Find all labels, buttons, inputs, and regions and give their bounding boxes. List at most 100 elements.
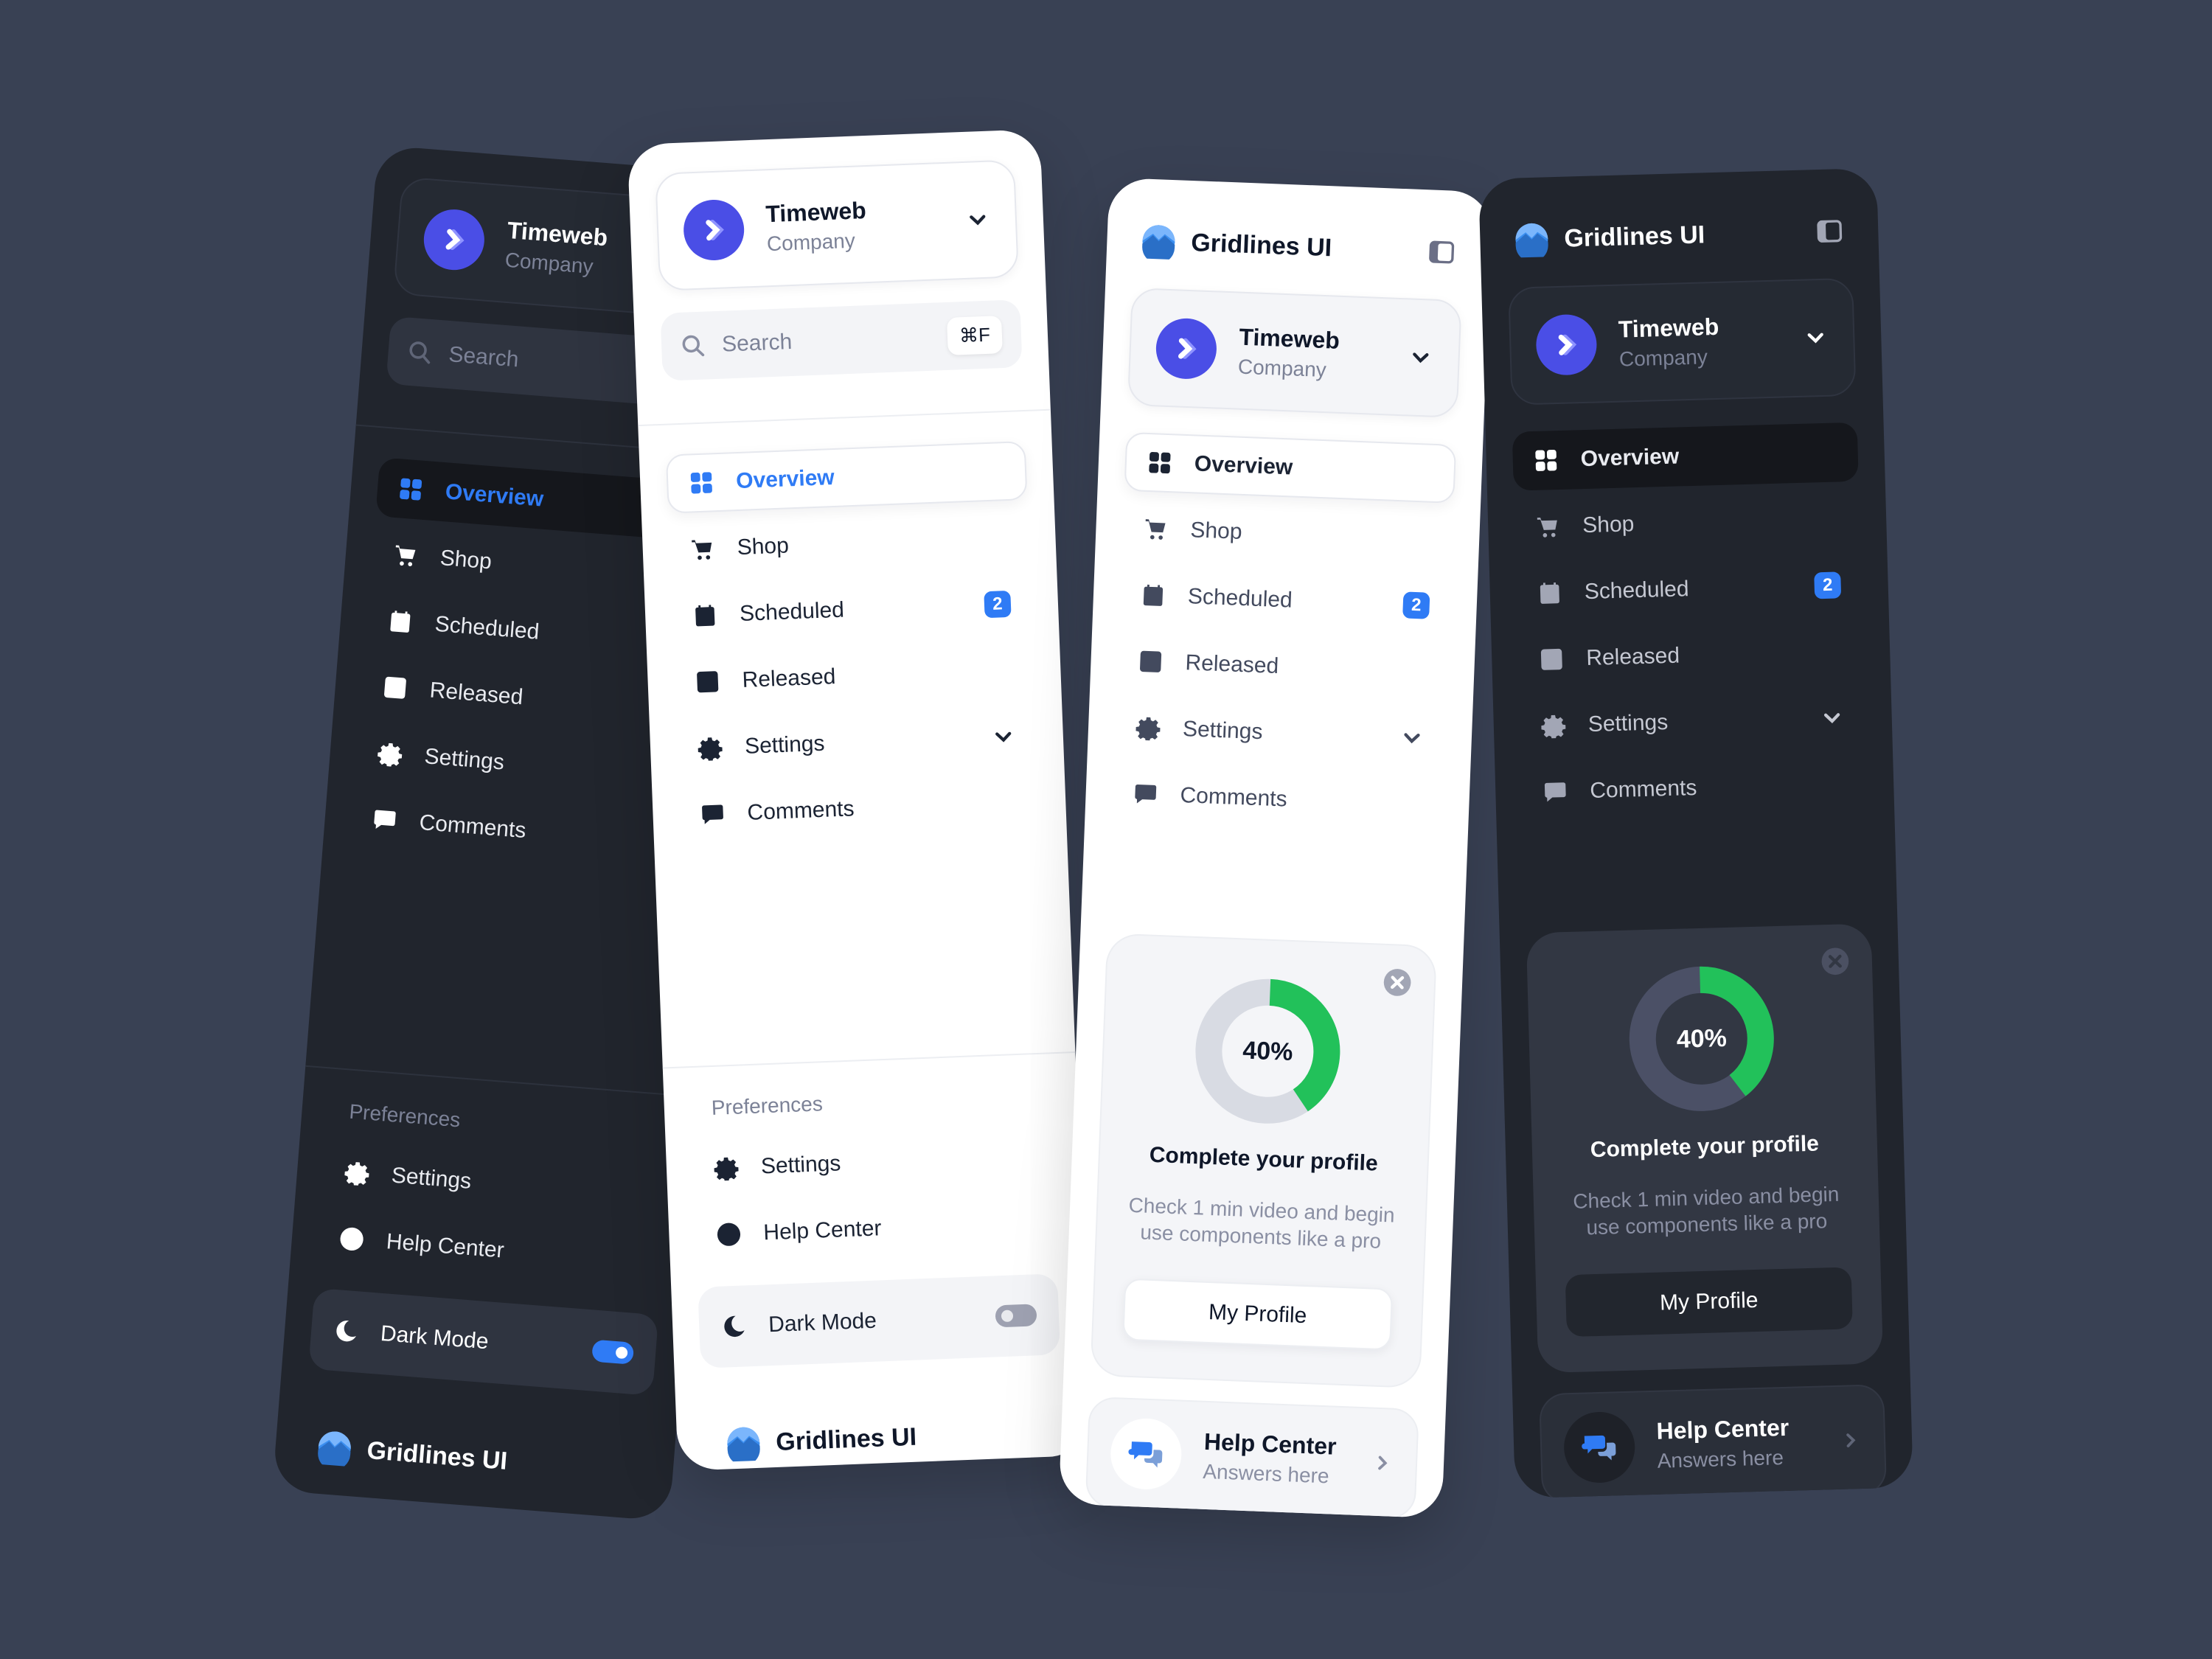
nav-label: Overview	[735, 465, 835, 494]
account-name: Timeweb	[1618, 313, 1719, 343]
account-subtitle: Company	[766, 229, 856, 255]
nav-item-overview[interactable]: Overview	[1124, 431, 1457, 504]
list-icon	[1138, 649, 1164, 675]
gear-icon	[698, 735, 723, 761]
nav-item-shop[interactable]: Shop	[1514, 489, 1860, 557]
nav-label: Shop	[1189, 518, 1243, 544]
grid-icon	[397, 476, 425, 503]
pref-item-help-center[interactable]: Help Center	[695, 1192, 1057, 1265]
nav-item-comments[interactable]: Comments	[678, 773, 1040, 846]
dark-mode-label: Dark Mode	[379, 1321, 490, 1354]
close-icon[interactable]	[1382, 967, 1413, 998]
preferences-heading: Preferences	[711, 1092, 824, 1119]
chat-bubbles-icon	[1128, 1441, 1163, 1468]
nav-item-comments[interactable]: Comments	[1521, 754, 1868, 823]
brand-header: Gridlines UI	[1514, 217, 1705, 258]
chevron-down-icon[interactable]	[1819, 705, 1845, 731]
nav-label: Settings	[760, 1151, 841, 1179]
calendar-icon	[1140, 582, 1166, 608]
chevron-down-icon[interactable]	[964, 207, 990, 233]
nav-label: Overview	[1580, 444, 1680, 472]
nav-item-shop[interactable]: Shop	[668, 507, 1030, 580]
search-input[interactable]: Search ⌘F	[660, 299, 1023, 381]
nav-label: Scheduled	[1584, 577, 1690, 605]
pref-item-settings[interactable]: Settings	[692, 1126, 1054, 1199]
grid-icon	[689, 470, 714, 495]
help-icon-wrap	[1109, 1416, 1183, 1491]
profile-card-description: Check 1 min video and begin use componen…	[1128, 1193, 1396, 1253]
nav-label: Settings	[423, 744, 506, 775]
nav-item-scheduled[interactable]: Scheduled 2	[1516, 555, 1863, 624]
search-icon	[682, 335, 705, 357]
chevron-down-icon[interactable]	[990, 724, 1016, 750]
nav-item-comments[interactable]: Comments	[1111, 763, 1444, 835]
search-icon	[409, 341, 431, 364]
account-name: Timeweb	[765, 196, 867, 227]
nav-item-settings[interactable]: Settings	[1114, 698, 1447, 769]
progress-label: 40%	[1676, 1023, 1728, 1054]
comment-icon	[1133, 782, 1158, 807]
calendar-icon	[387, 608, 414, 636]
nav-label: Settings	[1587, 710, 1669, 737]
nav-label: Overview	[1194, 451, 1293, 480]
nav-item-overview[interactable]: Overview	[1512, 422, 1859, 491]
close-icon[interactable]	[1820, 946, 1850, 976]
nav-item-scheduled[interactable]: Scheduled 2	[671, 574, 1033, 647]
cart-icon	[689, 536, 715, 562]
cart-icon	[1143, 516, 1169, 542]
gridlines-logo-icon	[1515, 223, 1548, 258]
nav-item-overview[interactable]: Overview	[665, 440, 1028, 514]
question-icon	[338, 1225, 366, 1253]
account-switcher[interactable]: Timeweb Company	[1508, 277, 1857, 406]
dark-mode-toggle[interactable]	[995, 1304, 1037, 1328]
gear-icon	[1540, 713, 1566, 739]
comment-icon	[372, 807, 399, 834]
grid-icon	[1533, 448, 1559, 473]
help-center-card[interactable]: Help Center Answers here	[1539, 1383, 1888, 1499]
nav-item-released[interactable]: Released	[1517, 622, 1864, 690]
help-card-title: Help Center	[1656, 1414, 1790, 1445]
calendar-icon	[692, 602, 718, 628]
chevron-down-icon[interactable]	[1399, 725, 1425, 751]
progress-label: 40%	[1242, 1036, 1294, 1066]
nav-label: Scheduled	[1187, 584, 1293, 613]
chevron-down-icon[interactable]	[1803, 325, 1829, 351]
account-switcher[interactable]: Timeweb Company	[1127, 287, 1462, 419]
nav-item-settings[interactable]: Settings	[1520, 688, 1866, 757]
sidebar-toggle-icon[interactable]	[1426, 237, 1457, 268]
chevron-right-icon	[1846, 1433, 1856, 1447]
nav-item-settings[interactable]: Settings	[676, 706, 1038, 779]
nav-label: Released	[1585, 643, 1680, 671]
nav-label: Comments	[418, 810, 527, 844]
company-avatar	[421, 207, 487, 273]
nav-label: Help Center	[385, 1229, 505, 1263]
account-switcher[interactable]: Timeweb Company	[655, 159, 1019, 291]
nav-item-shop[interactable]: Shop	[1121, 498, 1454, 570]
chevron-down-icon[interactable]	[1408, 344, 1433, 370]
divider	[662, 1051, 1076, 1069]
brand-name: Gridlines UI	[1190, 228, 1332, 262]
sidebar-dark-compact: Gridlines UI Timeweb Company Overview Sh…	[1478, 167, 1913, 1499]
comment-icon	[1543, 779, 1568, 805]
chat-bubbles-icon	[1582, 1435, 1616, 1461]
timeweb-logo-icon	[445, 229, 465, 250]
brand-name: Gridlines UI	[775, 1422, 917, 1456]
help-center-card[interactable]: Help Center Answers here	[1085, 1396, 1419, 1519]
sidebar-header: Gridlines UI	[1514, 213, 1845, 258]
nav-item-released[interactable]: Released	[673, 640, 1035, 713]
help-card-subtitle: Answers here	[1202, 1460, 1330, 1488]
nav-label: Released	[1184, 650, 1279, 678]
gear-icon	[377, 740, 404, 768]
nav-item-released[interactable]: Released	[1116, 631, 1449, 703]
my-profile-button[interactable]: My Profile	[1565, 1267, 1853, 1337]
main-nav: Overview Shop Scheduled 2 Released Setti…	[1512, 422, 1868, 823]
dark-mode-toggle[interactable]	[591, 1339, 635, 1365]
sidebar-toggle-icon[interactable]	[1815, 216, 1845, 246]
gear-icon	[713, 1155, 739, 1181]
company-avatar	[1535, 313, 1598, 376]
my-profile-button[interactable]: My Profile	[1122, 1278, 1394, 1351]
timeweb-logo-icon	[706, 220, 724, 241]
divider	[305, 1065, 703, 1099]
question-icon	[716, 1222, 742, 1248]
nav-item-scheduled[interactable]: Scheduled 2	[1119, 565, 1452, 636]
